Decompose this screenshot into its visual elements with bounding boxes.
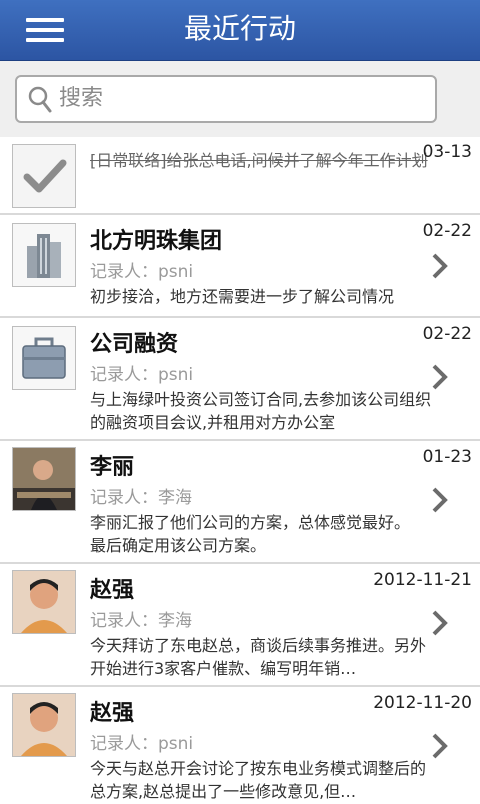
checkmark-icon (12, 144, 76, 208)
item-title: 公司融资 (90, 332, 179, 357)
chevron-right-icon (432, 253, 448, 279)
list-item[interactable]: 赵强 2012-11-20 记录人：psni 今天与赵总开会讨论了按东电业务模式… (0, 687, 480, 804)
avatar (12, 570, 76, 634)
item-description: 今天拜访了东电赵总，商谈后续事务推进。另外开始进行3家客户催款、编写明年销… (90, 636, 427, 678)
avatar (12, 693, 76, 757)
building-icon (12, 223, 76, 287)
chevron-right-icon (432, 733, 448, 759)
chevron-right-icon (432, 487, 448, 513)
search-box[interactable] (15, 75, 437, 123)
page-title: 最近行动 (183, 12, 296, 45)
item-title: 赵强 (90, 701, 135, 726)
item-recorder: 记录人：李海 (90, 488, 192, 508)
avatar (12, 447, 76, 511)
item-title: 李丽 (90, 455, 135, 480)
item-date: 2012-11-20 (373, 693, 472, 713)
task-date: 03-13 (422, 142, 472, 162)
list-item[interactable]: 公司融资 02-22 记录人：psni 与上海绿叶投资公司签订合同,去参加该公司… (0, 318, 480, 441)
list-item[interactable]: [日常联络]给张总电话,问候并了解今年工作计划 03-13 (0, 137, 480, 215)
item-recorder: 记录人：psni (90, 262, 194, 282)
item-recorder: 记录人：psni (90, 365, 194, 385)
item-title: 北方明珠集团 (90, 229, 223, 254)
task-title: [日常联络]给张总电话,问候并了解今年工作计划 (90, 151, 428, 170)
list-item[interactable]: 李丽 01-23 记录人：李海 李丽汇报了他们公司的方案，总体感觉最好。最后确定… (0, 441, 480, 564)
item-description: 李丽汇报了他们公司的方案，总体感觉最好。最后确定用该公司方案。 (90, 513, 411, 555)
item-date: 01-23 (422, 447, 472, 467)
briefcase-icon (12, 326, 76, 390)
item-recorder: 记录人：psni (90, 734, 194, 754)
item-description: 初步接洽，地方还需要进一步了解公司情况 (90, 287, 395, 306)
list-item[interactable]: 北方明珠集团 02-22 记录人：psni 初步接洽，地方还需要进一步了解公司情… (0, 215, 480, 318)
item-description: 今天与赵总开会讨论了按东电业务模式调整后的总方案,赵总提出了一些修改意见,但… (90, 759, 427, 801)
search-icon (28, 86, 52, 113)
list-item[interactable]: 赵强 2012-11-21 记录人：李海 今天拜访了东电赵总，商谈后续事务推进。… (0, 564, 480, 687)
search-input[interactable] (59, 80, 419, 116)
search-bar (0, 61, 480, 137)
item-recorder: 记录人：李海 (90, 611, 192, 631)
item-description: 与上海绿叶投资公司签订合同,去参加该公司组织的融资项目会议,并租用对方办公室 (90, 390, 432, 432)
chevron-right-icon (432, 610, 448, 636)
item-date: 02-22 (422, 324, 472, 344)
chevron-right-icon (432, 364, 448, 390)
item-date: 02-22 (422, 221, 472, 241)
item-title: 赵强 (90, 578, 135, 603)
action-list: [日常联络]给张总电话,问候并了解今年工作计划 03-13 北方明珠集团 02-… (0, 137, 480, 804)
item-date: 2012-11-21 (373, 570, 472, 590)
top-bar: 最近行动 (0, 0, 480, 61)
